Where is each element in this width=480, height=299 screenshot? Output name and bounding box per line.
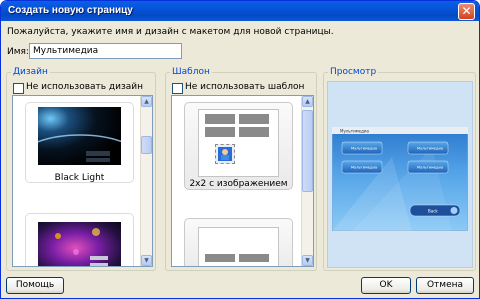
close-button[interactable]: ✕ — [458, 3, 475, 20]
design-group-title: Дизайн — [11, 67, 50, 77]
preview-area: Мультимедиа Мультимедиа Мультимедиа Муль… — [327, 81, 473, 268]
scroll-down-icon[interactable]: ▼ — [302, 255, 313, 266]
no-template-checkbox[interactable] — [172, 83, 183, 94]
name-label: Имя: — [7, 47, 29, 57]
scroll-thumb[interactable] — [141, 136, 152, 154]
no-template-label[interactable]: Не использовать шаблон — [185, 82, 304, 92]
dialog-body: Пожалуйста, укажите имя и дизайн с макет… — [1, 21, 479, 298]
preview-back-label: Back — [428, 209, 438, 214]
scroll-down-icon[interactable]: ▼ — [141, 255, 152, 266]
ok-button[interactable]: OK — [361, 277, 411, 294]
template-preview-2 — [198, 227, 279, 266]
design-item-label: Black Light — [54, 173, 105, 183]
design-scrollbar[interactable]: ▲ ▼ — [140, 96, 152, 266]
design-thumbnail-2 — [38, 222, 121, 266]
preview-window-title: Мультимедиа — [340, 129, 370, 134]
title-bar[interactable]: Создать новую страницу ✕ — [1, 1, 479, 21]
template-item-2[interactable] — [184, 218, 293, 266]
preview-group-title: Просмотр — [328, 67, 379, 77]
design-item-black-light[interactable]: Black Light — [25, 102, 134, 183]
template-preview — [198, 109, 279, 177]
instruction-text: Пожалуйста, укажите имя и дизайн с макет… — [7, 27, 334, 37]
preview-button-3: Мультимедиа — [351, 166, 377, 170]
black-light-thumbnail — [38, 107, 121, 165]
help-button[interactable]: Помощь — [6, 277, 64, 294]
cancel-button[interactable]: Отмена — [416, 277, 474, 294]
preview-button-4: Мультимедиа — [417, 166, 443, 170]
window-title: Создать новую страницу — [8, 5, 133, 16]
preview-button-2: Мультимедиа — [417, 147, 443, 151]
preview-button-1: Мультимедиа — [351, 147, 377, 151]
no-design-label[interactable]: Не использовать дизайн — [26, 82, 143, 92]
template-scrollbar[interactable]: ▲ ▼ — [301, 96, 313, 266]
no-design-checkbox[interactable] — [13, 83, 24, 94]
template-item-2x2-image[interactable]: 2x2 с изображением — [184, 102, 293, 190]
scroll-up-icon[interactable]: ▲ — [302, 96, 313, 107]
close-icon: ✕ — [461, 4, 472, 18]
preview-page: Мультимедиа Мультимедиа Мультимедиа Муль… — [332, 127, 468, 231]
template-item-label: 2x2 с изображением — [189, 179, 288, 189]
design-list: Black Light ▲ ▼ — [12, 95, 153, 267]
dialog-window: Создать новую страницу ✕ Пожалуйста, ука… — [0, 0, 480, 299]
image-placeholder — [215, 144, 235, 164]
scroll-thumb[interactable] — [302, 110, 313, 192]
template-list: 2x2 с изображением ▲ ▼ — [171, 95, 314, 267]
name-input[interactable]: Мультимедиа — [29, 43, 182, 59]
template-group-title: Шаблон — [170, 67, 212, 77]
scroll-up-icon[interactable]: ▲ — [141, 96, 152, 107]
design-item-2[interactable] — [25, 213, 134, 266]
image-icon — [218, 147, 232, 161]
